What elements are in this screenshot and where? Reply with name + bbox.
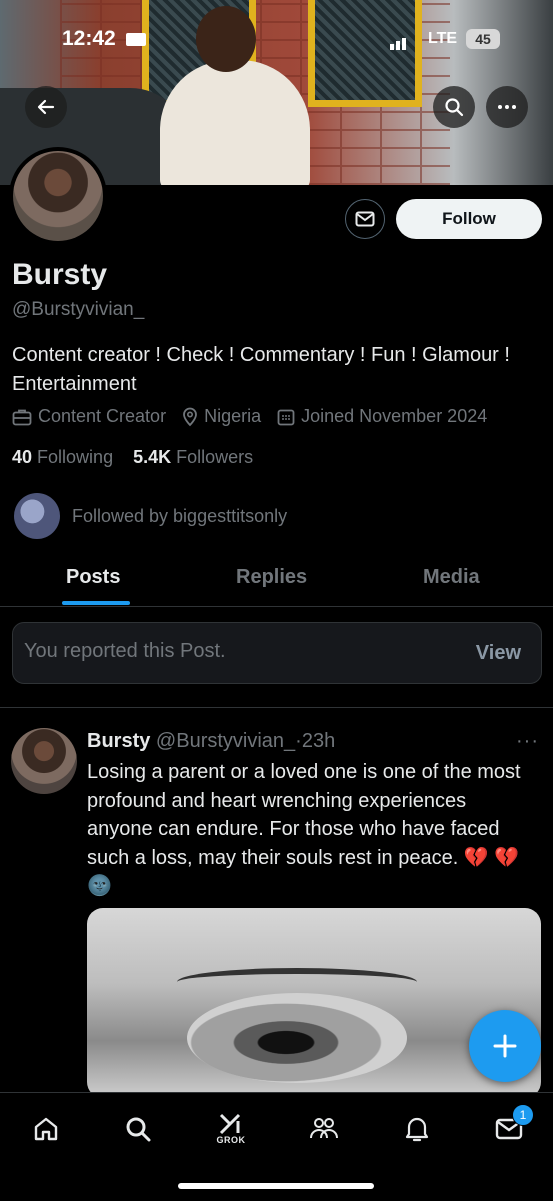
bell-icon: [405, 1117, 429, 1142]
compose-post-button[interactable]: [469, 1010, 541, 1082]
status-bar: 12:42 LTE 45: [0, 27, 553, 57]
post-header: Bursty @Burstyvivian_·23h: [87, 730, 335, 753]
home-indicator: [178, 1183, 374, 1189]
signal-icon: [390, 32, 408, 50]
more-options-button[interactable]: [486, 86, 528, 128]
post-author-name[interactable]: Bursty: [87, 730, 150, 752]
nav-search[interactable]: [118, 1109, 158, 1149]
network-label: LTE: [428, 30, 458, 47]
post-image[interactable]: [87, 908, 541, 1098]
follower-avatar: [14, 493, 60, 539]
joined-label: Joined November 2024: [301, 406, 488, 426]
location-item: Nigeria: [182, 406, 261, 427]
post-author-handle[interactable]: @Burstyvivian_: [156, 730, 295, 752]
joined-item: Joined November 2024: [277, 406, 487, 427]
location-label: Nigeria: [204, 406, 262, 426]
eyebrow-shape: [177, 968, 417, 996]
tab-replies[interactable]: Replies: [236, 566, 307, 589]
profile-name: Bursty: [12, 258, 108, 291]
tab-posts[interactable]: Posts: [66, 566, 120, 589]
post-separator: ·: [295, 730, 302, 752]
card-icon: [126, 33, 146, 46]
reported-post-notice: You reported this Post. View: [12, 622, 542, 684]
followed-by-text: Followed by biggesttitsonly: [72, 505, 288, 526]
location-pin-icon: [183, 407, 197, 426]
profile-handle: @Burstyvivian_: [12, 299, 145, 320]
nav-grok[interactable]: GROK: [211, 1109, 251, 1149]
calendar-icon: [277, 409, 295, 425]
following-label: Following: [37, 447, 114, 467]
followers-count: 5.4K: [133, 447, 172, 467]
back-button[interactable]: [25, 86, 67, 128]
profile-bio: Content creator ! Check ! Commentary ! F…: [12, 344, 510, 395]
nav-home[interactable]: [26, 1109, 66, 1149]
eye-shape: [187, 993, 407, 1083]
followers-link[interactable]: 5.4K Followers: [133, 447, 253, 467]
following-count: 40: [12, 447, 33, 467]
briefcase-icon: [12, 409, 32, 425]
profile-avatar[interactable]: [9, 147, 107, 245]
battery-indicator: 45: [466, 29, 500, 49]
messages-badge: 1: [512, 1104, 534, 1126]
envelope-icon: [355, 211, 375, 227]
followed-by[interactable]: Followed by biggesttitsonly: [14, 493, 287, 539]
post-body: Losing a parent or a loved one is one of…: [87, 761, 521, 869]
profile-meta: Content Creator Nigeria Joined November …: [12, 406, 503, 427]
category-label: Content Creator: [38, 406, 167, 426]
category-item: Content Creator: [12, 406, 166, 427]
post-time[interactable]: 23h: [302, 730, 335, 752]
profile-tabs: Posts Replies Media: [0, 558, 553, 607]
divider: [0, 707, 553, 708]
follow-button[interactable]: Follow: [396, 199, 542, 239]
profile-avatar-image: [13, 151, 103, 241]
tab-media[interactable]: Media: [423, 566, 480, 589]
message-button[interactable]: [345, 199, 385, 239]
banner-person: [160, 60, 310, 185]
active-tab-indicator: [62, 601, 130, 605]
grok-label: GROK: [216, 1135, 246, 1145]
search-icon: [445, 98, 464, 117]
nav-notifications[interactable]: [397, 1109, 437, 1149]
back-arrow-icon: [37, 99, 55, 115]
followers-label: Followers: [176, 447, 254, 467]
plus-icon: [493, 1034, 517, 1058]
search-button[interactable]: [433, 86, 475, 128]
nav-communities[interactable]: [304, 1109, 344, 1149]
post-author-avatar[interactable]: [11, 728, 77, 794]
view-button[interactable]: View: [476, 642, 521, 665]
reported-text: You reported this Post.: [24, 640, 226, 662]
communities-icon: [310, 1118, 338, 1139]
post-more-button[interactable]: ···: [516, 730, 539, 753]
search-icon: [126, 1117, 151, 1142]
status-time: 12:42: [62, 27, 116, 50]
more-dots-icon: [498, 105, 516, 109]
grok-icon: [219, 1113, 241, 1135]
home-icon: [34, 1117, 58, 1141]
follow-stats: 40 Following 5.4K Followers: [12, 447, 253, 468]
following-link[interactable]: 40 Following: [12, 447, 113, 467]
post-text: Losing a parent or a loved one is one of…: [87, 758, 527, 901]
